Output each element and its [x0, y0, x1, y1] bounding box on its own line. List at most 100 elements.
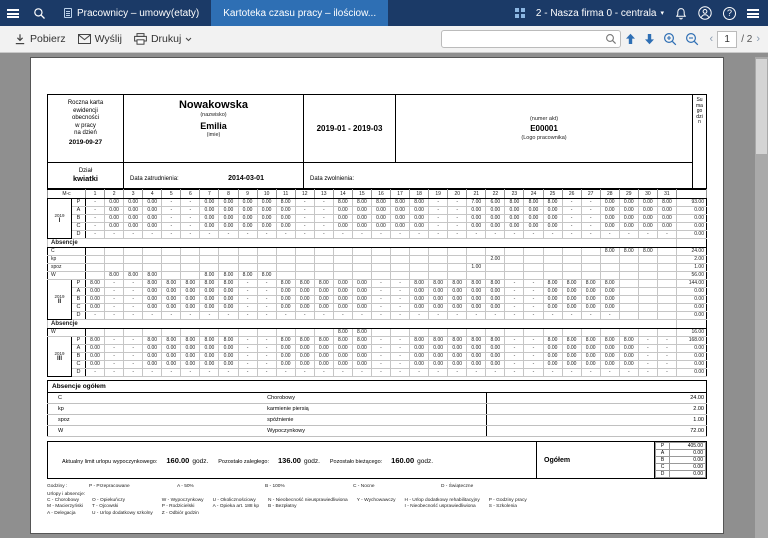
day-cell: [142, 247, 163, 256]
day-cell: [637, 255, 658, 264]
day-cell: 0.00: [485, 360, 506, 369]
grand-total-row: D 0.00: [655, 470, 706, 478]
scrollbar-thumb[interactable]: [756, 59, 767, 154]
day-cell: -: [656, 344, 678, 353]
day-cell: -: [275, 230, 296, 239]
day-cell: -: [313, 222, 334, 231]
window-menu-icon[interactable]: [747, 8, 759, 18]
day-cell: -: [332, 311, 353, 320]
apps-grid-icon[interactable]: [514, 8, 525, 18]
day-cell: [142, 328, 163, 337]
day-cell: [294, 328, 315, 337]
day-cell: 0.00: [199, 360, 220, 369]
zoom-out-button[interactable]: [685, 32, 699, 46]
day-cell: -: [237, 295, 258, 304]
day-cell: 8.00: [123, 271, 144, 280]
day-cell: [580, 271, 601, 280]
day-cell: -: [161, 222, 182, 231]
day-cell: [351, 255, 372, 264]
document-search-box: [440, 30, 621, 48]
legend-hour-item: B - 100%: [265, 484, 285, 489]
download-button[interactable]: Pobierz: [8, 30, 72, 48]
month-label: 2019 I: [47, 198, 72, 239]
day-cell: -: [294, 368, 315, 377]
grid-row: D - - - - - - - - - - - - - - - - - - - - - - - - - - - -0.00: [48, 311, 707, 320]
day-cell: 0.00: [199, 344, 220, 353]
day-cell: -: [580, 368, 601, 377]
next-page-button[interactable]: ›: [756, 33, 760, 45]
day-header: 11: [275, 189, 296, 199]
tab-kartoteka-czasu-pracy[interactable]: Kartoteka czasu pracy – ilościow...: [211, 0, 389, 26]
day-cell: -: [313, 206, 334, 215]
notifications-bell-icon[interactable]: [675, 7, 687, 20]
day-cell: [313, 328, 334, 337]
day-cell: 0.00: [123, 222, 144, 231]
month-roman: I: [58, 218, 61, 224]
day-cell: 0.00: [370, 214, 392, 223]
day-cell: 0.00: [218, 206, 239, 215]
search-icon[interactable]: [605, 33, 617, 45]
page-number-input[interactable]: [717, 30, 738, 48]
day-cell: 0.00: [389, 222, 411, 231]
day-cell: [637, 263, 658, 272]
day-cell: -: [84, 368, 106, 377]
day-cell: -: [123, 230, 144, 239]
day-cell: 0.00: [351, 222, 372, 231]
employee-name-cell: Nowakowska (nazwisko) Emilia (imie): [123, 94, 304, 163]
day-cell: [618, 328, 639, 337]
grid-row: D - - - - - - - - - - - - - - - - - - - - - - - - - - - - - - -0.00: [48, 230, 707, 239]
day-cell: [389, 271, 411, 280]
company-selector[interactable]: 2 - Nasza firma 0 - centrala ▾: [536, 8, 664, 19]
day-cell: -: [618, 368, 639, 377]
day-cell: 0.00: [294, 360, 315, 369]
help-icon[interactable]: ?: [723, 6, 736, 20]
download-label: Pobierz: [30, 33, 66, 45]
vertical-scrollbar[interactable]: [755, 57, 768, 538]
zoom-in-button[interactable]: [663, 32, 677, 46]
day-cell: 0.00: [485, 352, 506, 361]
day-cell: 0.00: [542, 206, 563, 215]
day-cell: 0.00: [447, 360, 468, 369]
print-button[interactable]: Drukuj: [128, 30, 198, 48]
day-cell: -: [599, 368, 620, 377]
day-cell: 0.00: [104, 206, 125, 215]
day-cell: 0.00: [542, 214, 563, 223]
day-cell: [161, 255, 182, 264]
day-cell: 0.00: [142, 214, 163, 223]
document-preview-area: Roczna karta ewidencji obecności w pracy…: [0, 57, 768, 538]
find-next-button[interactable]: [644, 33, 655, 45]
grand-total-row: P 405.00: [655, 442, 706, 450]
find-previous-button[interactable]: [625, 33, 636, 45]
day-cell: -: [218, 368, 239, 377]
row-sum: 0.00: [676, 368, 707, 377]
day-cell: 1.00: [466, 263, 487, 272]
employee-surname: Nowakowska: [178, 99, 249, 111]
month-label: 2019 II: [47, 279, 72, 320]
global-search-icon[interactable]: [26, 0, 52, 26]
day-cell: 0.00: [542, 222, 563, 231]
day-cell: [123, 328, 144, 337]
absence-total-name: Wypoczynkowy: [267, 425, 487, 437]
row-code: P: [71, 336, 86, 345]
release-date-cell: Data zwolnienia:: [303, 162, 693, 189]
tab-pracownicy-umowy[interactable]: Pracownicy – umowy(etaty): [52, 0, 211, 26]
day-cell: [504, 247, 525, 256]
user-icon[interactable]: [698, 6, 712, 20]
previous-page-button[interactable]: ‹: [710, 33, 714, 45]
day-cell: 0.00: [580, 303, 601, 312]
main-menu-icon[interactable]: [0, 0, 26, 26]
day-cell: -: [389, 352, 411, 361]
day-cell: -: [523, 344, 544, 353]
day-cell: 8.00: [599, 336, 620, 345]
legend-item: Y - Wychowawczy: [356, 498, 396, 503]
current-remaining-label: Pozostało bieżącego:: [329, 458, 383, 465]
day-cell: 0.00: [294, 344, 315, 353]
search-input[interactable]: [441, 33, 605, 45]
day-cell: 0.00: [637, 214, 658, 223]
legend-hour-item: P - Przepracowane: [89, 484, 130, 489]
day-cell: -: [504, 344, 525, 353]
day-cell: [370, 328, 392, 337]
absences-band-label: Absencje: [47, 319, 677, 329]
send-button[interactable]: Wyślij: [72, 30, 128, 48]
day-cell: -: [447, 230, 468, 239]
